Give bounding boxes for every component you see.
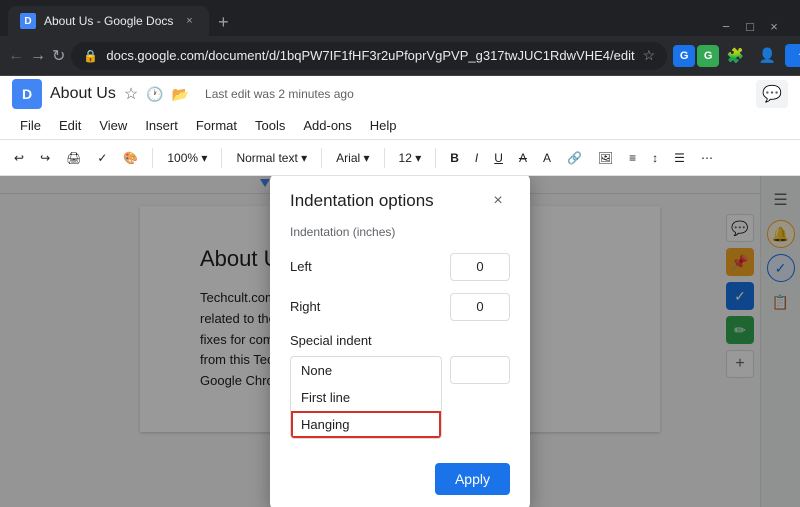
- dialog-close-button[interactable]: ×: [486, 189, 510, 213]
- window-controls: − □ ×: [716, 16, 792, 36]
- font-control[interactable]: Arial ▾: [330, 149, 375, 167]
- docs-app-icon: D: [12, 79, 42, 109]
- list-button[interactable]: ☰: [668, 149, 691, 167]
- docs-star-icon[interactable]: ☆: [124, 84, 138, 104]
- menu-file[interactable]: File: [12, 116, 49, 135]
- redo-button[interactable]: ↪: [34, 149, 56, 167]
- font-size-control[interactable]: 12 ▾: [393, 149, 428, 167]
- comments-icon[interactable]: 💬: [756, 80, 788, 108]
- move-icon[interactable]: 📂: [172, 86, 189, 103]
- ext-icon-1[interactable]: G: [673, 45, 695, 67]
- separator-5: [435, 148, 436, 168]
- share-button[interactable]: ↑ Share: [785, 44, 800, 67]
- indent-option-none[interactable]: None: [291, 357, 441, 384]
- right-indent-label: Right: [290, 299, 320, 314]
- extension-icons: G G 🧩: [673, 42, 749, 70]
- right-indent-input[interactable]: [450, 293, 510, 321]
- menu-edit[interactable]: Edit: [51, 116, 89, 135]
- doc-area: About Us Techcult.com is primarily ... i…: [0, 176, 800, 507]
- address-bar: ← → ↻ 🔒 docs.google.com/document/d/1bqPW…: [0, 36, 800, 76]
- bookmark-icon[interactable]: ☆: [643, 47, 656, 64]
- tab-title: About Us - Google Docs: [44, 14, 173, 28]
- minimize-button[interactable]: −: [716, 16, 736, 36]
- forward-button[interactable]: →: [30, 42, 46, 70]
- account-icon[interactable]: 👤: [753, 42, 781, 70]
- fontcolor-button[interactable]: A: [537, 149, 557, 167]
- link-button[interactable]: 🔗: [561, 149, 588, 167]
- refresh-button[interactable]: ↻: [52, 42, 65, 70]
- zoom-control[interactable]: 100% ▾: [161, 149, 213, 167]
- last-edit-text: Last edit was 2 minutes ago: [205, 87, 354, 101]
- separator-4: [384, 148, 385, 168]
- dialog-footer: Apply: [270, 455, 530, 507]
- italic-button[interactable]: I: [469, 149, 484, 167]
- paint-button[interactable]: 🎨: [117, 149, 144, 167]
- indent-options-container: None First line Hanging: [290, 356, 510, 439]
- tab-close-button[interactable]: ×: [181, 13, 197, 29]
- tab-favicon: D: [20, 13, 36, 29]
- spellcheck-button[interactable]: ✓: [91, 149, 113, 167]
- bold-button[interactable]: B: [444, 149, 465, 167]
- indentation-dialog: Indentation options × Indentation (inche…: [270, 176, 530, 507]
- lineheight-button[interactable]: ↕: [646, 149, 664, 167]
- puzzle-icon[interactable]: 🧩: [721, 42, 749, 70]
- indent-option-hanging[interactable]: Hanging: [291, 411, 441, 438]
- format-bar: ↩ ↪ 🖨 ✓ 🎨 100% ▾ Normal text ▾ Arial ▾ 1…: [0, 140, 800, 176]
- browser-frame: D About Us - Google Docs × + − □ × ← → ↻…: [0, 0, 800, 507]
- more-button[interactable]: ⋯: [695, 149, 719, 167]
- docs-titlebar: D About Us ☆ 🕐 📂 Last edit was 2 minutes…: [0, 76, 800, 112]
- dialog-body: Indentation (inches) Left Right Special …: [270, 221, 530, 455]
- lock-icon: 🔒: [83, 49, 98, 63]
- separator-1: [152, 148, 153, 168]
- apply-button[interactable]: Apply: [435, 463, 510, 495]
- dialog-title: Indentation options: [290, 191, 434, 211]
- separator-3: [321, 148, 322, 168]
- menu-format[interactable]: Format: [188, 116, 245, 135]
- menu-view[interactable]: View: [91, 116, 135, 135]
- special-indent-section: Special indent None First line Hanging: [290, 333, 510, 439]
- left-indent-input[interactable]: [450, 253, 510, 281]
- left-indent-row: Left: [290, 253, 510, 281]
- menu-insert[interactable]: Insert: [137, 116, 186, 135]
- new-tab-button[interactable]: +: [209, 8, 237, 36]
- dialog-overlay: Indentation options × Indentation (inche…: [0, 176, 800, 507]
- back-button[interactable]: ←: [8, 42, 24, 70]
- align-button[interactable]: ≡: [623, 149, 642, 167]
- separator-2: [221, 148, 222, 168]
- image-button[interactable]: 🖼: [592, 149, 619, 167]
- left-indent-label: Left: [290, 259, 312, 274]
- tab-bar: D About Us - Google Docs × + − □ ×: [0, 0, 800, 36]
- special-indent-label: Special indent: [290, 333, 510, 348]
- dialog-subtitle: Indentation (inches): [290, 225, 510, 239]
- indent-value-input[interactable]: [450, 356, 510, 384]
- address-right-controls: G G 🧩 👤 ↑ Share: [673, 42, 800, 70]
- print-button[interactable]: 🖨: [60, 149, 87, 167]
- style-control[interactable]: Normal text ▾: [230, 149, 313, 167]
- history-icon[interactable]: 🕐: [146, 86, 163, 103]
- indent-option-first-line[interactable]: First line: [291, 384, 441, 411]
- ext-icon-2[interactable]: G: [697, 45, 719, 67]
- url-text: docs.google.com/document/d/1bqPW7IF1fHF3…: [106, 48, 634, 63]
- menu-addons[interactable]: Add-ons: [295, 116, 359, 135]
- maximize-button[interactable]: □: [740, 16, 760, 36]
- dialog-header: Indentation options ×: [270, 176, 530, 221]
- docs-right-icons: 💬: [756, 80, 788, 108]
- menu-bar: File Edit View Insert Format Tools Add-o…: [0, 112, 800, 140]
- active-tab[interactable]: D About Us - Google Docs ×: [8, 6, 209, 36]
- strikethrough-button[interactable]: A: [513, 149, 533, 167]
- undo-button[interactable]: ↩: [8, 149, 30, 167]
- menu-help[interactable]: Help: [362, 116, 405, 135]
- url-bar[interactable]: 🔒 docs.google.com/document/d/1bqPW7IF1fH…: [71, 42, 667, 70]
- indent-options-list: None First line Hanging: [290, 356, 442, 439]
- docs-document-title[interactable]: About Us: [50, 85, 116, 103]
- right-indent-row: Right: [290, 293, 510, 321]
- menu-tools[interactable]: Tools: [247, 116, 293, 135]
- underline-button[interactable]: U: [488, 149, 509, 167]
- close-window-button[interactable]: ×: [764, 16, 784, 36]
